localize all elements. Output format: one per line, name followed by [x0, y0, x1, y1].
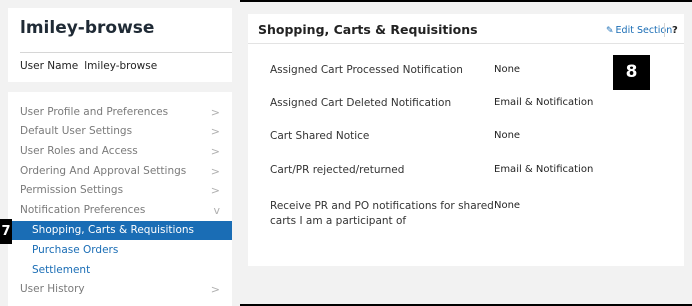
sidebar-item-user-history[interactable]: User History >	[8, 280, 232, 299]
sidebar-item-user-profile[interactable]: User Profile and Preferences >	[8, 103, 232, 122]
sidebar-item-shopping-carts[interactable]: Shopping, Carts & Requisitions	[8, 221, 232, 240]
edit-section-button[interactable]: ✎ Edit Section	[606, 25, 672, 36]
user-name-row: User Name lmiley-browse	[20, 60, 157, 72]
setting-value: None	[494, 130, 521, 141]
setting-value: None	[494, 200, 521, 211]
setting-value: None	[494, 64, 521, 75]
setting-value: Email & Notification	[494, 164, 594, 175]
divider	[20, 52, 232, 53]
sidebar-item-purchase-orders[interactable]: Purchase Orders	[8, 241, 232, 260]
setting-value: Email & Notification	[494, 97, 594, 108]
setting-label: Cart/PR rejected/returned	[270, 164, 405, 176]
chevron-right-icon: >	[210, 165, 220, 178]
section-panel: Shopping, Carts & Requisitions ✎ Edit Sec…	[248, 14, 684, 266]
settings-nav: User Profile and Preferences > Default U…	[8, 92, 232, 306]
panel-title: Shopping, Carts & Requisitions	[258, 22, 478, 37]
sidebar-item-label: Purchase Orders	[32, 244, 119, 256]
chevron-right-icon: >	[210, 283, 220, 296]
step-badge-8: 8	[613, 55, 650, 90]
sidebar-item-label: Default User Settings	[20, 125, 133, 137]
sidebar-item-permission-settings[interactable]: Permission Settings >	[8, 181, 232, 200]
sidebar-item-label: Ordering And Approval Settings	[20, 165, 187, 177]
sidebar-item-roles-access[interactable]: User Roles and Access >	[8, 142, 232, 161]
chevron-right-icon: >	[210, 145, 220, 158]
sidebar-item-label: User Profile and Preferences	[20, 106, 169, 118]
sidebar-item-label: User Roles and Access	[20, 145, 138, 157]
setting-label: Receive PR and PO notifications for shar…	[270, 200, 494, 227]
user-name-value: lmiley-browse	[84, 60, 158, 72]
setting-label: Assigned Cart Deleted Notification	[270, 97, 452, 109]
sidebar-item-label: User History	[20, 283, 85, 295]
user-card: lmiley-browse User Name lmiley-browse	[8, 8, 232, 82]
user-name-label: User Name	[20, 60, 79, 72]
sidebar-item-label: Shopping, Carts & Requisitions	[32, 224, 195, 236]
step-badge-7: 7	[0, 219, 12, 244]
setting-label: Assigned Cart Processed Notification	[270, 64, 463, 76]
sidebar-item-notification-preferences[interactable]: Notification Preferences v	[8, 201, 232, 220]
setting-label: Cart Shared Notice	[270, 130, 370, 142]
sidebar-item-label: Permission Settings	[20, 184, 124, 196]
panel-header: Shopping, Carts & Requisitions ✎ Edit Sec…	[248, 14, 684, 44]
sidebar-item-ordering-approval[interactable]: Ordering And Approval Settings >	[8, 162, 232, 181]
left-column: lmiley-browse User Name lmiley-browse Use…	[0, 0, 240, 306]
sidebar-item-settlement[interactable]: Settlement	[8, 261, 232, 280]
user-title: lmiley-browse	[20, 18, 155, 38]
divider	[664, 23, 665, 37]
chevron-right-icon: >	[210, 125, 220, 138]
sidebar-item-label: Notification Preferences	[20, 204, 146, 216]
pencil-icon: ✎	[606, 26, 614, 36]
chevron-right-icon: >	[210, 184, 220, 197]
help-button[interactable]: ?	[672, 25, 678, 36]
chevron-right-icon: >	[210, 106, 220, 119]
sidebar-item-default-settings[interactable]: Default User Settings >	[8, 122, 232, 141]
chevron-down-icon: v	[213, 204, 220, 217]
sidebar-item-label: Settlement	[32, 264, 91, 276]
